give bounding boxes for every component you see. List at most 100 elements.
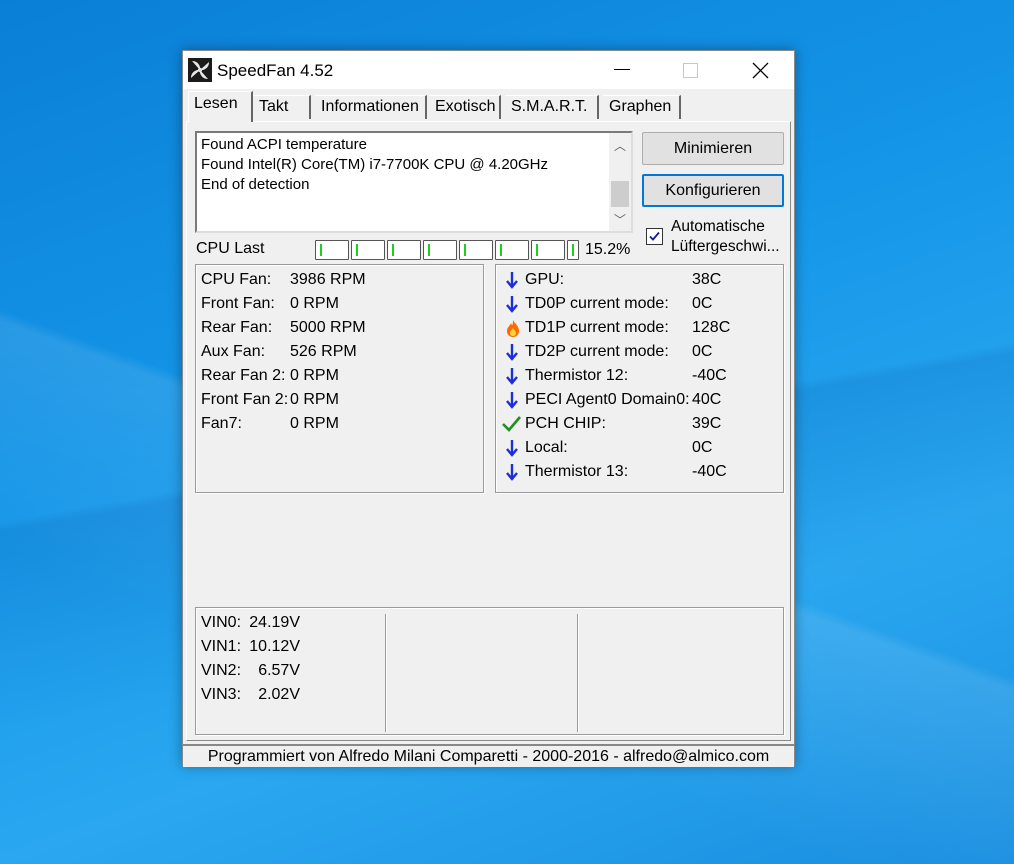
cpu-load-percent: 15.2% [585, 241, 631, 258]
window-title: SpeedFan 4.52 [217, 61, 334, 80]
scroll-thumb[interactable] [611, 181, 629, 207]
temp-name: PCH CHIP: [525, 415, 606, 432]
fan-name: Rear Fan 2: [201, 367, 286, 384]
arrow-down-icon [505, 366, 519, 386]
voltage-name: VIN3: [201, 686, 242, 703]
voltage-value: 10.12V [249, 638, 300, 655]
fan-value: 5000 RPM [290, 319, 366, 336]
checkmark-icon [501, 414, 521, 434]
tab-smart[interactable]: S.M.A.R.T. [505, 95, 599, 119]
temp-name: Thermistor 12: [525, 367, 629, 384]
fan-value: 526 RPM [290, 343, 357, 360]
voltage-value: 24.19V [249, 614, 300, 631]
fan-value: 0 RPM [290, 295, 339, 312]
arrow-down-icon [505, 294, 519, 314]
fan-name: Front Fan: [201, 295, 275, 312]
tab-exotisch[interactable]: Exotisch [429, 95, 501, 119]
fan-value: 0 RPM [290, 391, 339, 408]
arrow-down-icon [505, 390, 519, 410]
minimize-icon [614, 69, 630, 70]
temp-name: Local: [525, 439, 568, 456]
arrow-down-icon [505, 342, 519, 362]
close-window-button[interactable] [738, 51, 784, 89]
tab-graphen[interactable]: Graphen [603, 95, 681, 119]
fan-value: 3986 RPM [290, 271, 366, 288]
temp-value: 0C [692, 343, 713, 360]
cpu-core-fill [356, 244, 358, 256]
arrow-down-icon [505, 462, 519, 482]
tab-strip: Lesen Takt Informationen Exotisch S.M.A.… [183, 89, 794, 122]
tab-takt[interactable]: Takt [253, 95, 311, 119]
temp-name: TD1P current mode: [525, 319, 669, 336]
auto-fan-label-line1: Automatische [671, 218, 765, 235]
cpu-core-bar [315, 240, 349, 260]
temp-value: 128C [692, 319, 731, 336]
tab-informationen[interactable]: Informationen [315, 95, 427, 119]
temp-name: GPU: [525, 271, 565, 288]
voltage-name: VIN1: [201, 638, 242, 655]
arrow-down-icon [505, 270, 519, 290]
log-line: Found ACPI temperature [201, 136, 367, 153]
detection-log[interactable]: Found ACPI temperature Found Intel(R) Co… [195, 131, 633, 233]
fan-name: Fan7: [201, 415, 242, 432]
log-scrollbar[interactable]: ︿ ﹀ [609, 133, 631, 231]
fan-name: Front Fan 2: [201, 391, 289, 408]
fan-name: Rear Fan: [201, 319, 273, 336]
voltage-readings-panel: VIN0: 24.19V VIN1: 10.12V VIN2: 6.57V VIN3: 2.0… [195, 607, 784, 735]
temp-value: 38C [692, 271, 722, 288]
voltage-name: VIN0: [201, 614, 242, 631]
title-bar[interactable]: SpeedFan 4.52 [183, 51, 794, 89]
cpu-core-bar [495, 240, 529, 260]
cpu-core-bar [423, 240, 457, 260]
flame-icon [505, 318, 519, 338]
minimize-window-button[interactable] [599, 51, 645, 89]
checkmark-icon [649, 231, 660, 241]
arrow-down-icon [505, 438, 519, 458]
temp-value: 0C [692, 439, 713, 456]
speedfan-window: SpeedFan 4.52 Lesen Takt Informationen E… [182, 50, 795, 767]
temp-value: -40C [692, 463, 727, 480]
panel-divider [385, 614, 386, 732]
configure-button[interactable]: Konfigurieren [642, 174, 784, 207]
scroll-down-icon[interactable]: ﹀ [609, 209, 631, 231]
temp-name: Thermistor 13: [525, 463, 629, 480]
voltage-name: VIN2: [201, 662, 242, 679]
temp-value: -40C [692, 367, 727, 384]
status-bar: Programmiert von Alfredo Milani Comparet… [183, 744, 794, 767]
cpu-core-fill [428, 244, 430, 256]
speedfan-app-icon [188, 58, 212, 82]
cpu-core-bar [459, 240, 493, 260]
fan-name: Aux Fan: [201, 343, 266, 360]
fan-readings-panel: CPU Fan: 3986 RPM Front Fan: 0 RPM Rear Fan:… [195, 264, 484, 493]
cpu-core-fill [464, 244, 466, 256]
cpu-load-label: CPU Last [196, 240, 265, 257]
temp-value: 0C [692, 295, 713, 312]
tab-lesen[interactable]: Lesen [188, 91, 253, 122]
auto-fan-checkbox[interactable] [646, 228, 663, 245]
maximize-icon [683, 63, 698, 78]
fan-value: 0 RPM [290, 415, 339, 432]
maximize-window-button[interactable] [667, 51, 713, 89]
voltage-value: 6.57V [258, 662, 300, 679]
temperature-readings-panel: GPU: 38C TD0P current mode: 0C TD1P current … [495, 264, 784, 493]
log-line: Found Intel(R) Core(TM) i7-7700K CPU @ 4… [201, 156, 549, 173]
cpu-core-fill [320, 244, 322, 256]
cpu-core-bar [351, 240, 385, 260]
cpu-core-fill [500, 244, 502, 256]
cpu-core-fill [392, 244, 394, 256]
cpu-core-bar [387, 240, 421, 260]
close-icon [752, 62, 769, 79]
panel-divider [577, 614, 578, 732]
scroll-up-icon[interactable]: ︿ [609, 135, 631, 157]
log-line: End of detection [201, 176, 310, 193]
cpu-core-bar [531, 240, 565, 260]
temp-value: 40C [692, 391, 722, 408]
temp-name: PECI Agent0 Domain0: [525, 391, 690, 408]
cpu-core-bar [567, 240, 579, 260]
temp-name: TD0P current mode: [525, 295, 669, 312]
minimize-button[interactable]: Minimieren [642, 132, 784, 165]
temp-name: TD2P current mode: [525, 343, 669, 360]
cpu-core-fill [536, 244, 538, 256]
auto-fan-label-line2: Lüftergeschwi... [671, 238, 780, 255]
fan-name: CPU Fan: [201, 271, 272, 288]
